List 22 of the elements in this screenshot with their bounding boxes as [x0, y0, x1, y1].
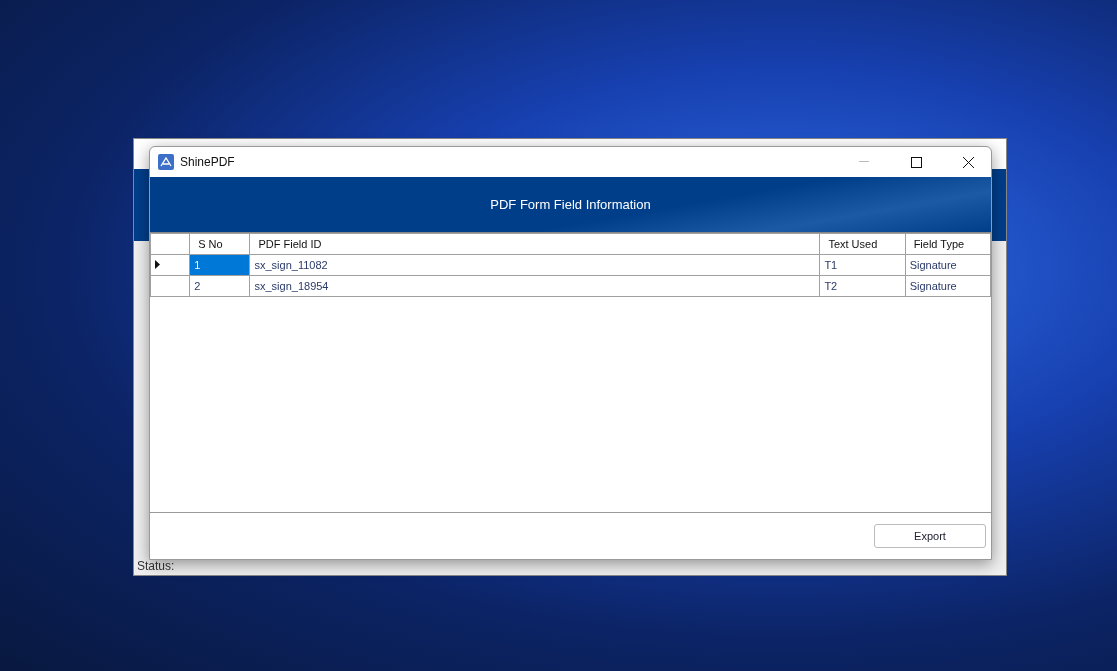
status-bar-text: Status:	[136, 558, 176, 575]
table-cell: Signature	[905, 254, 991, 276]
row-header-cell[interactable]	[150, 254, 190, 276]
row-pointer-icon	[155, 260, 160, 269]
close-icon	[962, 156, 974, 168]
minimize-icon	[859, 161, 869, 163]
export-button[interactable]: Export	[874, 524, 986, 548]
column-header[interactable]: S No	[189, 233, 250, 255]
header-title: PDF Form Field Information	[490, 197, 651, 212]
row-header-cell[interactable]	[150, 275, 190, 297]
table-cell: 2	[189, 275, 250, 297]
column-header[interactable]: PDF Field ID	[250, 233, 820, 255]
table-cell: Signature	[905, 275, 991, 297]
column-header[interactable]: Text Used	[819, 233, 906, 255]
column-header[interactable]: Field Type	[905, 233, 991, 255]
window-title: ShinePDF	[180, 155, 236, 169]
maximize-icon	[910, 156, 922, 168]
table-cell: sx_sign_11082	[250, 254, 820, 276]
table-cell: T1	[819, 254, 906, 276]
table-cell: T2	[819, 275, 906, 297]
table-cell: sx_sign_18954	[250, 275, 820, 297]
app-logo-icon	[158, 154, 174, 170]
